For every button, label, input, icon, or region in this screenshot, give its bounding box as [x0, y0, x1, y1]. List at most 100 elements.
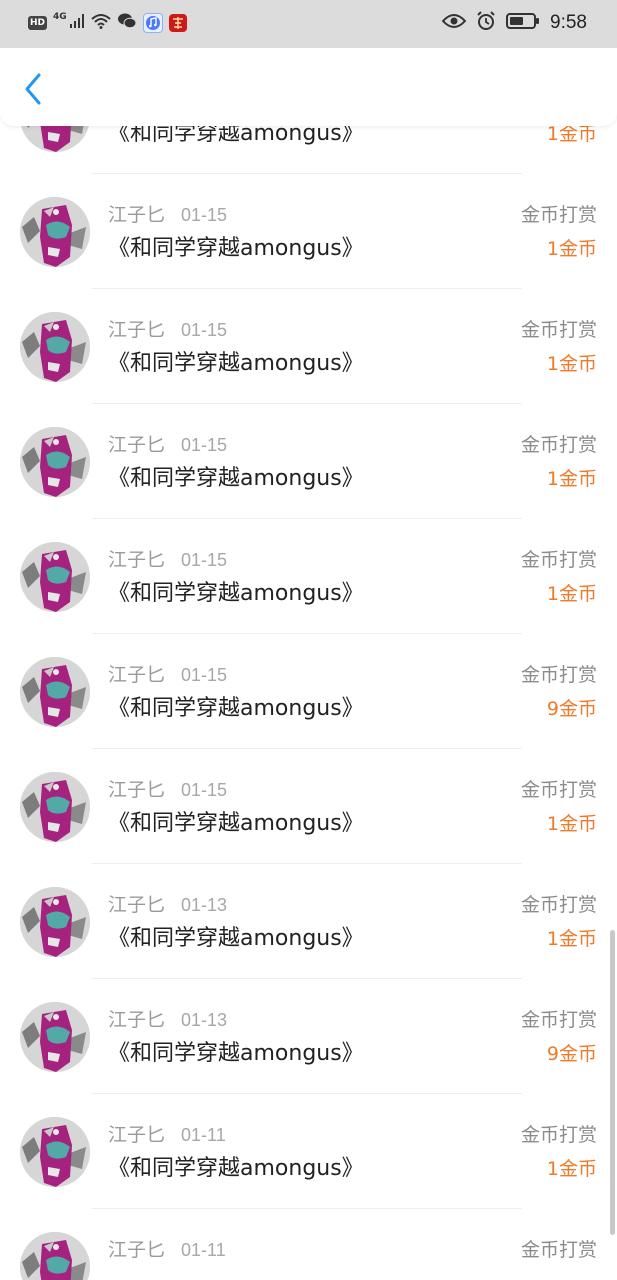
novel-title: 《和同学穿越amongus》 — [108, 811, 364, 836]
wechat-icon — [117, 12, 137, 34]
record-meta: 江子匕 01-15 — [108, 775, 227, 802]
novel-title: 《和同学穿越amongus》 — [108, 926, 364, 951]
record-date: 01-15 — [181, 435, 228, 455]
chevron-left-icon — [25, 73, 41, 105]
record-date: 01-15 — [181, 550, 228, 570]
reward-type: 金币打赏 — [520, 1009, 597, 1031]
reward-record-item[interactable]: 《和同学穿越amongus》 1 金币 — [0, 126, 617, 174]
reward-amount-unit: 金币 — [558, 1158, 597, 1180]
user-name: 江子匕 — [108, 779, 166, 801]
reward-amount-value: 1 — [546, 353, 559, 375]
novel-title: 《和同学穿越amongus》 — [108, 236, 364, 261]
reward-type: 金币打赏 — [520, 319, 597, 341]
reward-record-list-inner: 《和同学穿越amongus》 1 金币 江子匕 01-15 《和同学穿越among… — [0, 126, 617, 1280]
reward-amount-unit: 金币 — [558, 238, 597, 260]
battery-icon — [506, 12, 540, 34]
user-name: 江子匕 — [108, 664, 166, 686]
user-avatar[interactable] — [20, 197, 90, 267]
signal-icon — [69, 13, 85, 33]
reward-amount-value: 1 — [546, 813, 559, 835]
reward-record-item[interactable]: 江子匕 01-15 《和同学穿越amongus》 金币打赏 1 金币 — [0, 289, 617, 404]
novel-title: 《和同学穿越amongus》 — [108, 466, 364, 491]
reward-amount: 9 金币 — [547, 1039, 597, 1066]
record-date: 01-15 — [181, 205, 228, 225]
novel-title: 《和同学穿越amongus》 — [108, 1041, 364, 1066]
status-left: HD 4G — [28, 12, 187, 34]
reward-record-item[interactable]: 江子匕 01-15 《和同学穿越amongus》 金币打赏 1 金币 — [0, 519, 617, 634]
user-name: 江子匕 — [108, 319, 166, 341]
reward-amount: 1 金币 — [547, 234, 597, 261]
reward-record-item[interactable]: 江子匕 01-15 《和同学穿越amongus》 金币打赏 1 金币 — [0, 174, 617, 289]
reward-amount-value: 9 — [546, 698, 559, 720]
record-date: 01-11 — [181, 1240, 226, 1260]
back-button[interactable] — [18, 72, 48, 106]
reward-amount-value: 9 — [546, 1043, 559, 1065]
user-avatar[interactable] — [20, 887, 90, 957]
user-name: 江子匕 — [108, 1124, 166, 1146]
novel-title: 《和同学穿越amongus》 — [108, 351, 364, 376]
reward-amount-unit: 金币 — [558, 126, 597, 145]
reward-amount: 1 金币 — [547, 349, 597, 376]
reward-amount-unit: 金币 — [558, 928, 597, 950]
user-avatar[interactable] — [20, 126, 90, 152]
reward-amount-unit: 金币 — [558, 813, 597, 835]
user-avatar[interactable] — [20, 427, 90, 497]
reward-record-item[interactable]: 江子匕 01-11 《和同学穿越amongus》 金币打赏 1 金币 — [0, 1094, 617, 1209]
reward-amount-unit: 金币 — [558, 353, 597, 375]
user-avatar[interactable] — [20, 1117, 90, 1187]
top-nav-bar — [0, 48, 617, 126]
reward-record-item[interactable]: 江子匕 01-13 《和同学穿越amongus》 金币打赏 1 金币 — [0, 864, 617, 979]
user-name: 江子匕 — [108, 1009, 166, 1031]
status-bar: HD 4G 9:58 — [0, 0, 617, 48]
reward-amount: 9 金币 — [547, 694, 597, 721]
user-avatar[interactable] — [20, 1232, 90, 1280]
record-date: 01-13 — [181, 1010, 228, 1030]
reward-amount-value: 1 — [546, 468, 559, 490]
user-name: 江子匕 — [108, 894, 166, 916]
reward-amount: 1 金币 — [547, 464, 597, 491]
reward-type: 金币打赏 — [520, 1124, 597, 1146]
user-avatar[interactable] — [20, 657, 90, 727]
reward-amount: 1 金币 — [547, 809, 597, 836]
alarm-icon — [476, 11, 496, 35]
user-avatar[interactable] — [20, 312, 90, 382]
reward-record-item[interactable]: 江子匕 01-13 《和同学穿越amongus》 金币打赏 9 金币 — [0, 979, 617, 1094]
user-name: 江子匕 — [108, 549, 166, 571]
user-avatar[interactable] — [20, 772, 90, 842]
record-date: 01-15 — [181, 780, 228, 800]
record-meta: 江子匕 01-15 — [108, 430, 227, 457]
user-name: 江子匕 — [108, 1239, 166, 1261]
reward-type: 金币打赏 — [520, 549, 597, 571]
record-meta: 江子匕 01-15 — [108, 315, 227, 342]
reward-amount-unit: 金币 — [558, 698, 597, 720]
record-date: 01-15 — [181, 665, 228, 685]
novel-title: 《和同学穿越amongus》 — [108, 581, 364, 606]
novel-title: 《和同学穿越amongus》 — [108, 126, 364, 146]
record-meta: 江子匕 01-11 — [108, 1235, 226, 1262]
reward-amount: 1 金币 — [547, 924, 597, 951]
novel-title: 《和同学穿越amongus》 — [108, 1156, 364, 1181]
record-meta: 江子匕 01-13 — [108, 1005, 227, 1032]
reward-type: 金币打赏 — [520, 1239, 597, 1261]
music-app-icon — [142, 13, 163, 33]
reward-amount-unit: 金币 — [558, 468, 597, 490]
red-app-icon — [168, 14, 187, 32]
reward-amount: 1 金币 — [547, 579, 597, 606]
hd-badge: HD — [28, 16, 48, 30]
scrollbar[interactable] — [610, 930, 615, 1235]
record-meta: 江子匕 01-13 — [108, 890, 227, 917]
record-meta: 江子匕 01-11 — [108, 1120, 226, 1147]
reward-record-item[interactable]: 江子匕 01-15 《和同学穿越amongus》 金币打赏 1 金币 — [0, 404, 617, 519]
reward-record-list[interactable]: 《和同学穿越amongus》 1 金币 江子匕 01-15 《和同学穿越among… — [0, 126, 617, 1280]
network-type: 4G — [53, 12, 67, 22]
record-date: 01-13 — [181, 895, 228, 915]
user-avatar[interactable] — [20, 1002, 90, 1072]
reward-record-item[interactable]: 江子匕 01-11 金币打赏 — [0, 1209, 617, 1280]
reward-record-item[interactable]: 江子匕 01-15 《和同学穿越amongus》 金币打赏 9 金币 — [0, 634, 617, 749]
reward-amount: 1 金币 — [547, 126, 597, 146]
reward-amount-value: 1 — [546, 928, 559, 950]
user-avatar[interactable] — [20, 542, 90, 612]
reward-record-item[interactable]: 江子匕 01-15 《和同学穿越amongus》 金币打赏 1 金币 — [0, 749, 617, 864]
reward-type: 金币打赏 — [520, 434, 597, 456]
reward-amount-value: 1 — [546, 583, 559, 605]
